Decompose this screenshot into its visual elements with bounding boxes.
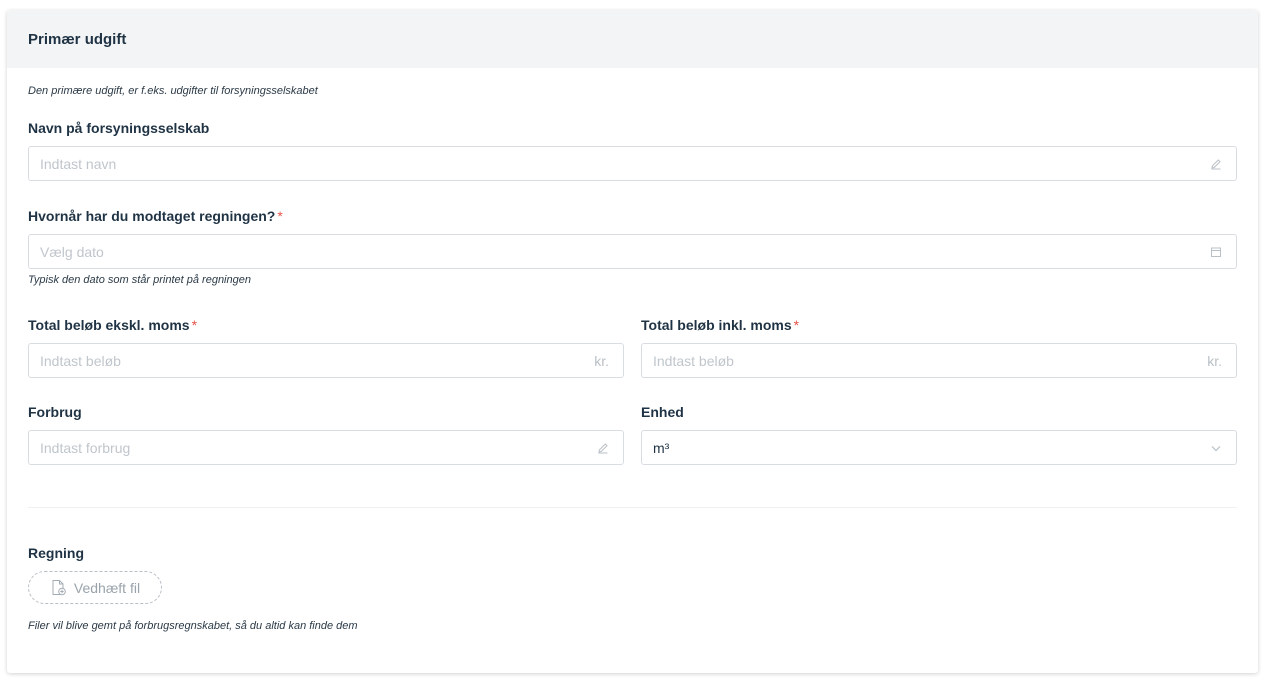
required-mark: * — [793, 317, 800, 333]
total-incl-field[interactable]: kr. — [641, 343, 1237, 378]
unit-label: Enhed — [641, 404, 684, 420]
total-excl-input[interactable] — [29, 344, 595, 377]
required-mark: * — [277, 208, 283, 224]
card-title: Primær udgift — [28, 30, 127, 48]
consumption-label: Forbrug — [28, 404, 82, 420]
intro-text: Den primære udgift, er f.eks. udgifter t… — [28, 85, 318, 97]
supplier-label: Navn på forsyningsselskab — [28, 120, 210, 136]
total-incl-label-text: Total beløb inkl. moms — [641, 317, 792, 333]
pencil-icon — [1209, 157, 1223, 171]
file-add-icon — [50, 579, 67, 596]
total-incl-input[interactable] — [642, 344, 1208, 377]
currency-suffix: kr. — [594, 352, 609, 369]
currency-suffix: kr. — [1207, 352, 1222, 369]
attach-file-label: Vedhæft fil — [73, 579, 141, 596]
received-date-label: Hvornår har du modtaget regningen? * — [28, 208, 283, 224]
total-incl-label: Total beløb inkl. moms * — [641, 317, 799, 333]
total-excl-label-text: Total beløb ekskl. moms — [28, 317, 190, 333]
received-date-input[interactable] — [29, 235, 1209, 268]
chevron-down-icon — [1209, 441, 1223, 455]
attach-file-button[interactable]: Vedhæft fil — [28, 571, 162, 604]
consumption-field[interactable] — [28, 430, 624, 465]
received-date-label-text: Hvornår har du modtaget regningen? — [28, 208, 276, 224]
bill-hint: Filer vil blive gemt på forbrugsregnskab… — [28, 620, 358, 632]
primary-expense-card: Primær udgift Den primære udgift, er f.e… — [7, 10, 1258, 673]
received-date-field[interactable] — [28, 234, 1237, 269]
bill-label: Regning — [28, 545, 84, 561]
total-excl-label: Total beløb ekskl. moms * — [28, 317, 197, 333]
total-excl-field[interactable]: kr. — [28, 343, 624, 378]
required-mark: * — [191, 317, 198, 333]
card-header: Primær udgift — [7, 10, 1258, 68]
calendar-icon — [1209, 245, 1223, 259]
supplier-input[interactable] — [29, 147, 1209, 180]
section-divider — [28, 507, 1237, 508]
received-date-hint: Typisk den dato som står printet på regn… — [28, 274, 251, 286]
pencil-icon — [596, 441, 610, 455]
supplier-field[interactable] — [28, 146, 1237, 181]
unit-value: m³ — [653, 439, 670, 456]
consumption-input[interactable] — [29, 431, 596, 464]
unit-select[interactable]: m³ — [641, 430, 1237, 465]
